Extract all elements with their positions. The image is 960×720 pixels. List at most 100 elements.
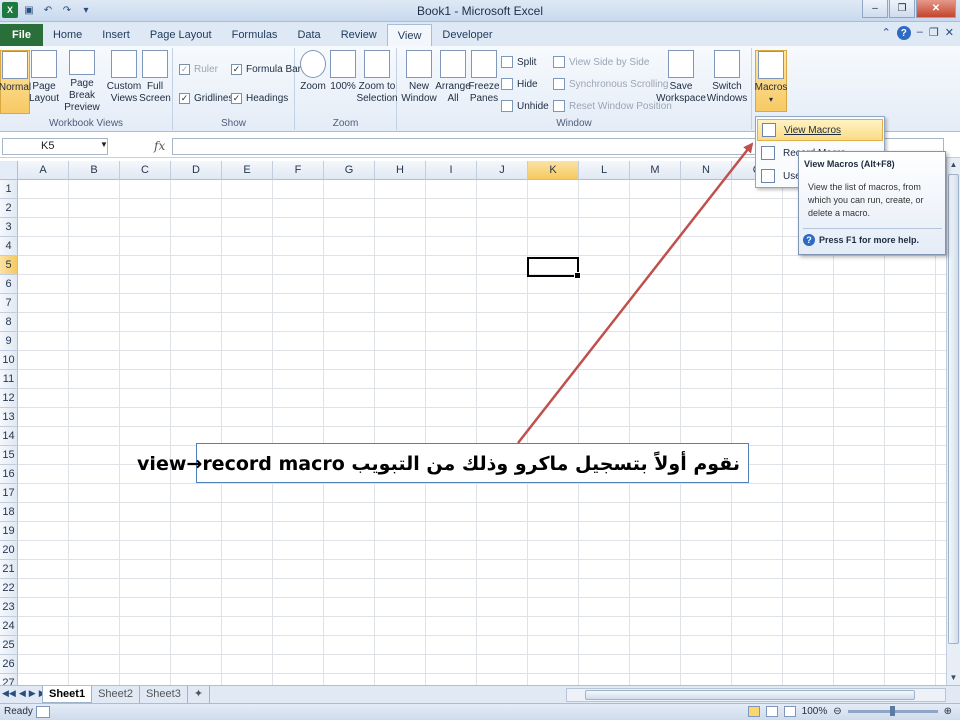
- zoom-button[interactable]: Zoom: [299, 50, 327, 114]
- page-break-preview-button[interactable]: Page Break Preview: [60, 50, 104, 114]
- name-box-dropdown-icon[interactable]: ▼: [100, 140, 108, 149]
- active-cell-k5[interactable]: [527, 257, 581, 279]
- doc-close-icon[interactable]: ✕: [945, 26, 954, 40]
- tab-developer[interactable]: Developer: [432, 24, 502, 46]
- normal-view-status-icon[interactable]: [747, 706, 760, 717]
- doc-minimize-icon[interactable]: –: [917, 26, 923, 40]
- row-header-11[interactable]: 11: [0, 370, 18, 389]
- row-cells[interactable]: [18, 636, 946, 655]
- gridlines-checkbox[interactable]: ✓ Gridlines: [179, 93, 233, 104]
- row-header-7[interactable]: 7: [0, 294, 18, 313]
- column-header-e[interactable]: E: [222, 161, 273, 180]
- unhide-button[interactable]: Unhide: [501, 100, 549, 112]
- row-header-20[interactable]: 20: [0, 541, 18, 560]
- menu-item-view-macros[interactable]: View Macros: [757, 119, 883, 141]
- headings-checkbox[interactable]: ✓ Headings: [231, 93, 288, 104]
- row-cells[interactable]: [18, 313, 946, 332]
- full-screen-button[interactable]: Full Screen: [139, 50, 171, 114]
- sync-scrolling-button[interactable]: Synchronous Scrolling: [553, 78, 669, 90]
- tab-file[interactable]: File: [0, 24, 43, 46]
- row-cells[interactable]: [18, 560, 946, 579]
- row-cells[interactable]: [18, 256, 946, 275]
- row-header-1[interactable]: 1: [0, 180, 18, 199]
- vertical-scrollbar[interactable]: ▲ ▼: [946, 158, 960, 685]
- column-header-b[interactable]: B: [69, 161, 120, 180]
- zoom-level[interactable]: 100%: [802, 706, 828, 717]
- zoom-slider[interactable]: [847, 706, 938, 716]
- reset-window-position-button[interactable]: Reset Window Position: [553, 100, 672, 112]
- row-cells[interactable]: [18, 617, 946, 636]
- row-header-17[interactable]: 17: [0, 484, 18, 503]
- horizontal-scroll-thumb[interactable]: [585, 690, 915, 700]
- select-all-corner[interactable]: [0, 161, 18, 180]
- row-cells[interactable]: [18, 332, 946, 351]
- column-header-m[interactable]: M: [630, 161, 681, 180]
- row-cells[interactable]: [18, 370, 946, 389]
- row-cells[interactable]: [18, 275, 946, 294]
- tab-formulas[interactable]: Formulas: [222, 24, 288, 46]
- tab-page-layout[interactable]: Page Layout: [140, 24, 222, 46]
- row-cells[interactable]: [18, 522, 946, 541]
- row-cells[interactable]: [18, 484, 946, 503]
- row-cells[interactable]: [18, 294, 946, 313]
- column-header-d[interactable]: D: [171, 161, 222, 180]
- ruler-checkbox[interactable]: ✓ Ruler: [179, 64, 218, 75]
- row-header-18[interactable]: 18: [0, 503, 18, 522]
- first-sheet-icon[interactable]: ◀◀: [2, 688, 16, 699]
- page-break-status-icon[interactable]: [783, 706, 796, 717]
- row-header-3[interactable]: 3: [0, 218, 18, 237]
- next-sheet-icon[interactable]: ▶: [29, 688, 36, 699]
- column-header-a[interactable]: A: [18, 161, 69, 180]
- sheet-tab-sheet2[interactable]: Sheet2: [92, 686, 140, 703]
- zoom-100-button[interactable]: 100%: [329, 50, 357, 114]
- name-box[interactable]: K5: [2, 138, 108, 155]
- zoom-out-icon[interactable]: ⊖: [833, 706, 841, 717]
- column-header-h[interactable]: H: [375, 161, 426, 180]
- close-button[interactable]: ✕: [916, 0, 956, 18]
- horizontal-scrollbar[interactable]: [566, 688, 946, 702]
- row-cells[interactable]: [18, 389, 946, 408]
- tab-review[interactable]: Review: [331, 24, 387, 46]
- switch-windows-button[interactable]: Switch Windows: [705, 50, 749, 114]
- page-layout-status-icon[interactable]: [765, 706, 778, 717]
- hide-button[interactable]: Hide: [501, 78, 538, 90]
- row-cells[interactable]: [18, 655, 946, 674]
- column-header-k[interactable]: K: [528, 161, 579, 180]
- doc-restore-icon[interactable]: ❐: [929, 26, 939, 40]
- normal-view-button[interactable]: Normal: [0, 50, 31, 114]
- row-header-16[interactable]: 16: [0, 465, 18, 484]
- restore-button[interactable]: ❐: [889, 0, 915, 18]
- row-cells[interactable]: [18, 408, 946, 427]
- minimize-button[interactable]: –: [862, 0, 888, 18]
- row-header-4[interactable]: 4: [0, 237, 18, 256]
- row-cells[interactable]: [18, 674, 946, 685]
- column-header-c[interactable]: C: [120, 161, 171, 180]
- zoom-to-selection-button[interactable]: Zoom to Selection: [356, 50, 398, 114]
- row-header-13[interactable]: 13: [0, 408, 18, 427]
- tab-data[interactable]: Data: [287, 24, 330, 46]
- column-header-l[interactable]: L: [579, 161, 630, 180]
- zoom-in-icon[interactable]: ⊕: [944, 706, 952, 717]
- page-layout-view-button[interactable]: Page Layout: [29, 50, 59, 114]
- row-header-12[interactable]: 12: [0, 389, 18, 408]
- row-header-26[interactable]: 26: [0, 655, 18, 674]
- tab-home[interactable]: Home: [43, 24, 92, 46]
- row-cells[interactable]: [18, 579, 946, 598]
- formula-bar-checkbox[interactable]: ✓ Formula Bar: [231, 64, 301, 75]
- column-header-g[interactable]: G: [324, 161, 375, 180]
- custom-views-button[interactable]: Custom Views: [107, 50, 141, 114]
- minimize-ribbon-icon[interactable]: ⌃: [882, 26, 891, 40]
- insert-sheet-icon[interactable]: ✦: [188, 686, 211, 703]
- column-header-j[interactable]: J: [477, 161, 528, 180]
- column-header-i[interactable]: I: [426, 161, 477, 180]
- sheet-tab-sheet3[interactable]: Sheet3: [140, 686, 188, 703]
- row-header-22[interactable]: 22: [0, 579, 18, 598]
- scroll-up-icon[interactable]: ▲: [947, 158, 960, 172]
- split-button[interactable]: Split: [501, 56, 536, 68]
- arrange-all-button[interactable]: Arrange All: [435, 50, 471, 114]
- help-icon[interactable]: ?: [896, 26, 911, 40]
- prev-sheet-icon[interactable]: ◀: [19, 688, 26, 699]
- row-header-2[interactable]: 2: [0, 199, 18, 218]
- row-header-23[interactable]: 23: [0, 598, 18, 617]
- insert-function-icon[interactable]: fx: [154, 139, 165, 153]
